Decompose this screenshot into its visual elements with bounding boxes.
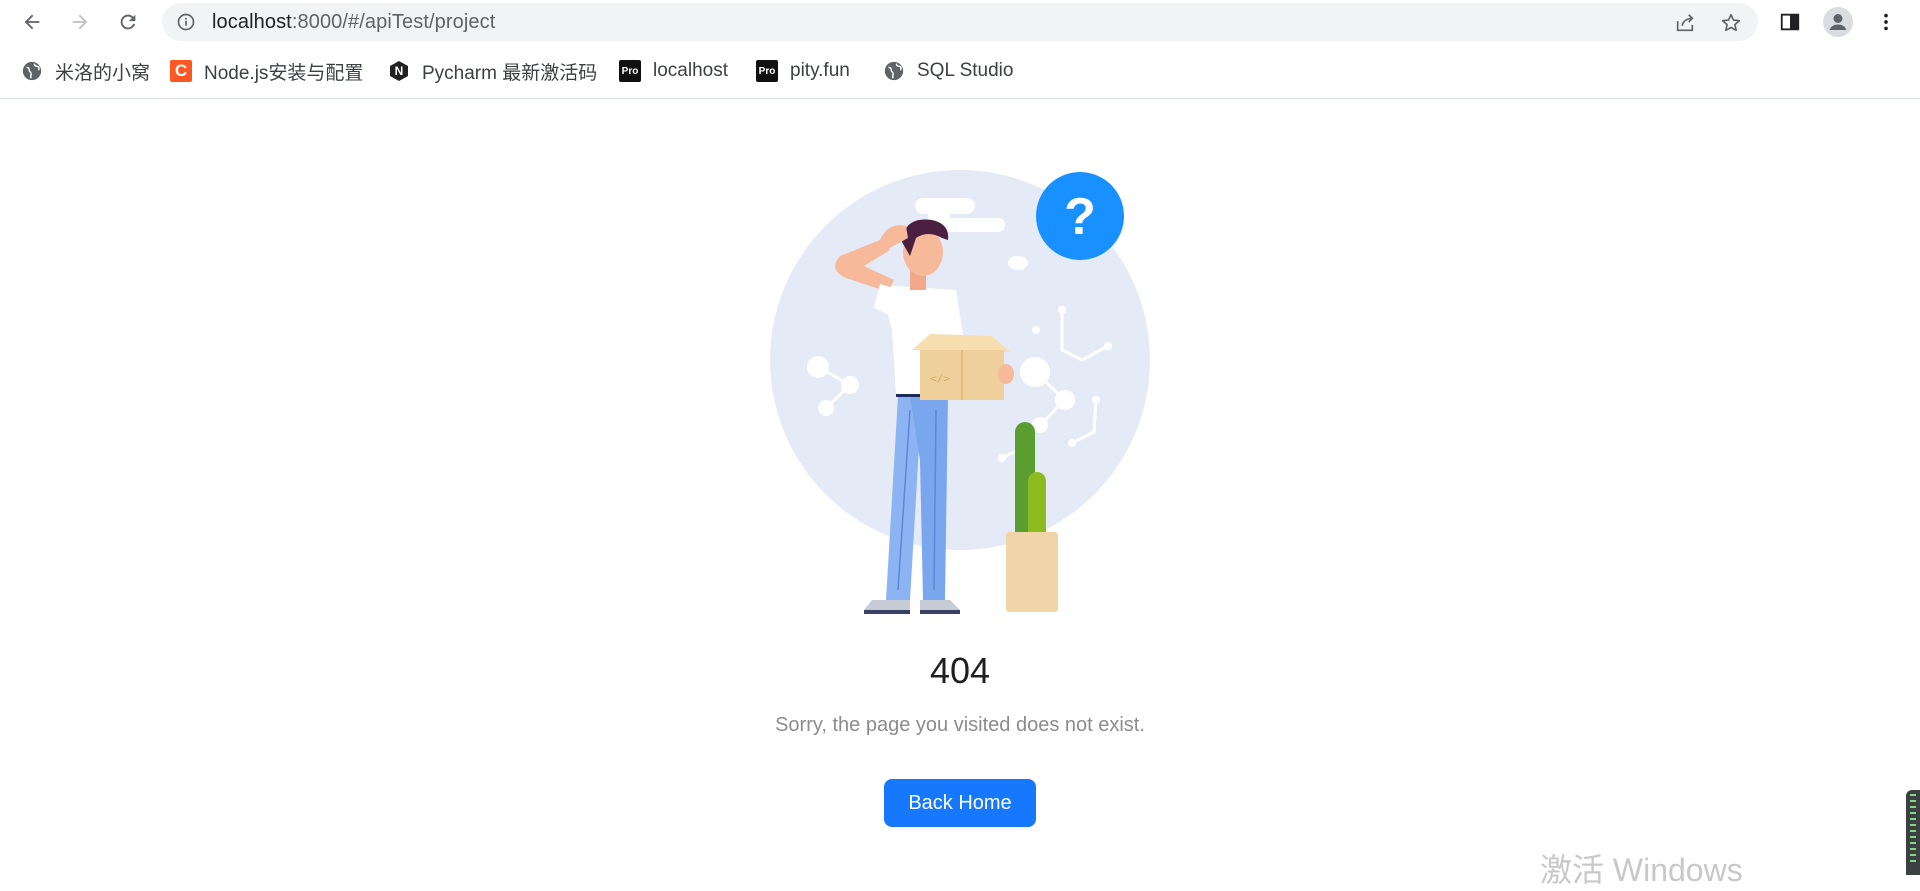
- menu-button[interactable]: [1870, 6, 1902, 38]
- bookmark-label: Node.js安装与配置: [204, 62, 364, 84]
- not-found-illustration: ? </>: [770, 170, 1150, 614]
- bookmark-item[interactable]: C Node.js安装与配置: [170, 57, 363, 85]
- side-panel-button[interactable]: [1774, 6, 1806, 38]
- profile-button[interactable]: [1822, 6, 1854, 38]
- forward-nav-button[interactable]: [64, 6, 96, 38]
- profile-avatar-icon: [1823, 7, 1853, 37]
- browser-toolbar: localhost:8000/#/apiTest/project: [0, 0, 1920, 44]
- n-logo-icon: N: [388, 60, 410, 82]
- bookmark-label: pity.fun: [790, 60, 850, 81]
- url-text[interactable]: localhost:8000/#/apiTest/project: [212, 3, 495, 41]
- arrow-right-icon: [72, 14, 88, 30]
- back-nav-button[interactable]: [16, 6, 48, 38]
- bookmark-item[interactable]: N Pycharm 最新激活码: [388, 57, 597, 85]
- bookmark-item[interactable]: Pro localhost: [619, 57, 728, 85]
- error-message: Sorry, the page you visited does not exi…: [775, 714, 1145, 736]
- person-shoe-sole: [920, 610, 960, 614]
- arrow-left-icon: [24, 14, 40, 30]
- c-logo-icon: C: [170, 60, 192, 82]
- bookmark-item[interactable]: SQL Studio: [883, 57, 1013, 85]
- back-home-button[interactable]: Back Home: [884, 779, 1036, 827]
- url-path: :8000/#/apiTest/project: [291, 11, 496, 33]
- bookmark-label: localhost: [653, 60, 728, 81]
- bookmark-label: SQL Studio: [917, 60, 1014, 81]
- globe-icon: [21, 60, 43, 82]
- bookmark-label: 米洛的小窝: [55, 62, 151, 84]
- reload-button[interactable]: [112, 6, 144, 38]
- code-symbol: </>: [930, 372, 950, 385]
- activate-windows-watermark: 激活 Windows: [1540, 852, 1743, 888]
- pro-logo-icon: Pro: [756, 60, 778, 82]
- person-shoe: [864, 600, 910, 610]
- bookmark-item[interactable]: 米洛的小窝: [21, 57, 150, 85]
- globe-icon: [883, 60, 905, 82]
- cloud-shape: [1008, 256, 1028, 270]
- bookmark-item[interactable]: Pro pity.fun: [756, 57, 850, 85]
- more-vertical-icon: [1884, 13, 1888, 31]
- volume-meter-widget: [1906, 790, 1920, 875]
- plant-pot: [1006, 532, 1058, 612]
- bookmarks-bar: 米洛的小窝 C Node.js安装与配置 N Pycharm 最新激活码 Pro…: [0, 44, 1920, 99]
- url-host: localhost: [212, 11, 292, 33]
- address-bar[interactable]: localhost:8000/#/apiTest/project: [162, 3, 1758, 41]
- person-hand: [998, 364, 1014, 384]
- question-mark: ?: [1064, 188, 1096, 246]
- share-icon[interactable]: [1674, 12, 1696, 34]
- info-icon[interactable]: [176, 12, 196, 32]
- side-panel-icon: [1780, 13, 1800, 31]
- person-shoe: [920, 600, 960, 610]
- star-icon[interactable]: [1720, 12, 1742, 34]
- reload-icon: [120, 14, 136, 30]
- bookmark-label: Pycharm 最新激活码: [422, 62, 598, 84]
- pro-logo-icon: Pro: [619, 60, 641, 82]
- error-status-code: 404: [929, 650, 991, 691]
- person-shoe-sole: [864, 610, 910, 614]
